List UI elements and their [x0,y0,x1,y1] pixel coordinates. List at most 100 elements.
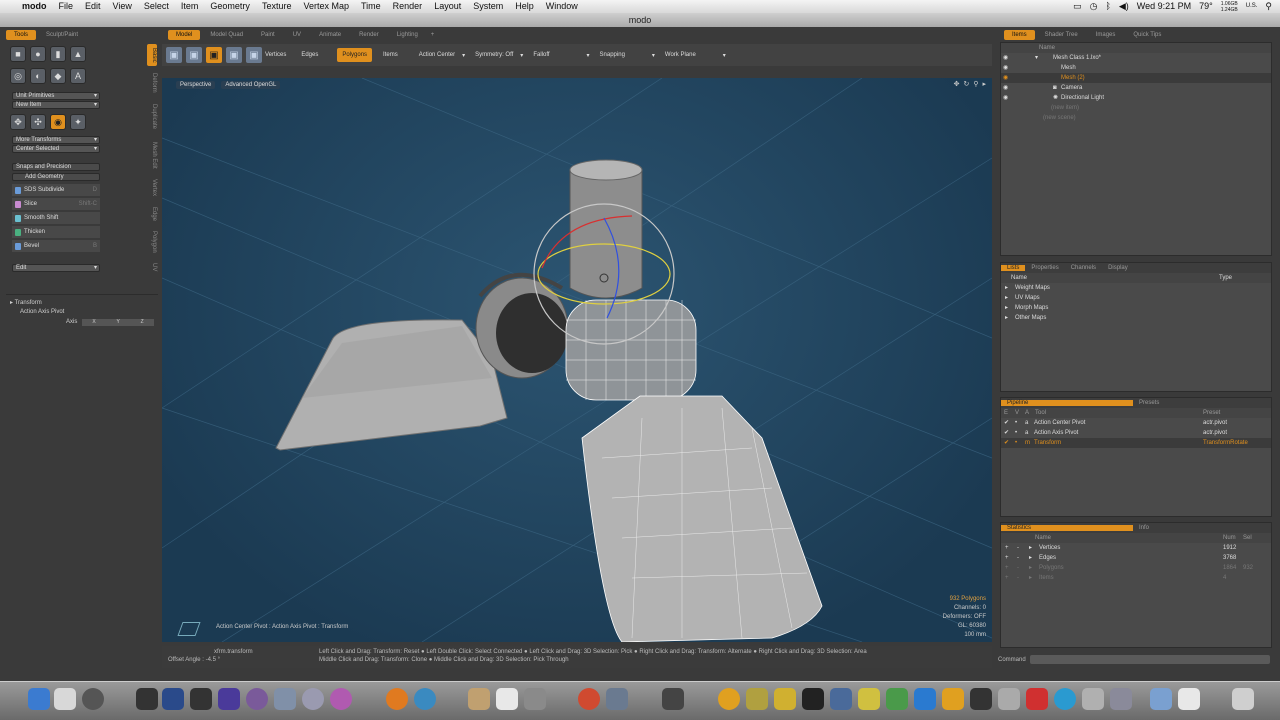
tab-items[interactable]: Items [1004,29,1035,40]
tab-tools[interactable]: Tools [6,29,37,40]
vtab-mesh-edit[interactable]: Mesh Edit [147,138,157,172]
add-selection-icon[interactable]: + [1005,563,1009,573]
move-tool-icon[interactable]: ✥ [10,114,26,130]
tab-lighting[interactable]: Lighting [389,30,426,40]
transform-tool-icon[interactable]: ◉ [50,114,66,130]
menu-item[interactable]: Item [175,0,205,13]
firefox-icon[interactable] [386,688,408,710]
vertices-mode-button[interactable]: Vertices [265,52,286,58]
selected-barrel-mesh[interactable] [565,299,697,401]
snaps-precision-header[interactable]: Snaps and Precision [12,163,100,171]
pen-tool-icon[interactable]: ◆ [50,68,66,84]
work-plane-dropdown[interactable]: Work Plane [665,52,726,59]
orb-app-icon[interactable] [718,688,740,710]
menu-window[interactable]: Window [540,0,584,13]
axis-z[interactable]: Z [141,319,144,326]
pipeline-row[interactable]: ✔ • a Action Axis Pivot actr.pivot [1001,428,1271,438]
compressor-icon[interactable] [218,688,240,710]
tab-statistics[interactable]: Statistics [1001,525,1133,531]
tab-paint[interactable]: Paint [253,30,283,40]
motion-icon[interactable] [190,688,212,710]
transform-tool-label[interactable]: ▸ Transform [10,299,42,306]
list-item[interactable]: ▸ Weight Maps [1001,283,1271,293]
downloads-stack-icon[interactable] [1178,688,1200,710]
add-geometry-header[interactable]: Add Geometry [12,173,100,181]
itunes-icon[interactable] [330,688,352,710]
new-scene-row[interactable]: (new scene) [1001,113,1271,123]
tab-model[interactable]: Model [168,29,201,40]
shading-mode-dropdown[interactable]: Advanced OpenGL [221,81,281,89]
falloff-dropdown[interactable]: Falloff [533,52,589,59]
zoom-icon[interactable]: ⚲ [973,80,978,88]
menu-system[interactable]: System [467,0,509,13]
dvd-studio-icon[interactable] [274,688,296,710]
vtab-polygon[interactable]: Polygon [147,228,157,256]
menu-time[interactable]: Time [355,0,387,13]
expand-icon[interactable]: ▾ [1035,53,1038,63]
expand-icon[interactable]: ▸ [1029,553,1032,563]
menu-texture[interactable]: Texture [256,0,298,13]
tab-display[interactable]: Display [1102,265,1134,271]
phone-app-icon[interactable] [970,688,992,710]
item-row-scene[interactable]: ◉ ▾ Mesh Class 1.lxo* [1001,53,1271,63]
axis-selector[interactable]: X Y Z [82,319,154,326]
pill-app-icon[interactable] [998,688,1020,710]
add-selection-icon[interactable]: + [1005,543,1009,553]
expand-icon[interactable]: ▸ [1005,303,1008,313]
new-item-dropdown[interactable]: New Item [12,101,100,109]
menu-app-modo[interactable]: modo [16,0,53,13]
viewport-menu-icon[interactable]: ▸ [982,80,986,88]
edges-mode-button[interactable]: Edges [301,52,318,58]
folder-app-icon[interactable] [942,688,964,710]
pipeline-row[interactable]: ✔ • a Action Center Pivot actr.pivot [1001,418,1271,428]
remove-selection-icon[interactable]: - [1017,543,1019,553]
vtab-edge[interactable]: Edge [147,204,157,224]
terminal-icon[interactable] [802,688,824,710]
list-item[interactable]: ▸ Morph Maps [1001,303,1271,313]
expand-icon[interactable]: ▸ [1005,293,1008,303]
final-cut-icon[interactable] [136,688,158,710]
item-row-mesh-2[interactable]: ◉ Mesh (2) [1001,73,1271,83]
capsule-primitive-icon[interactable]: ◐ [30,68,46,84]
pan-icon[interactable]: ✥ [954,80,960,88]
stat-row[interactable]: + - ▸ Items 4 [1001,573,1271,583]
vtab-uv[interactable]: UV [147,260,157,274]
input-source[interactable]: U.S. [1246,0,1258,13]
stat-row[interactable]: + - ▸ Vertices 1912 [1001,543,1271,553]
expand-icon[interactable]: ▸ [1029,563,1032,573]
textedit-icon[interactable] [496,688,518,710]
modo-dock-icon[interactable] [578,688,600,710]
cone-primitive-icon[interactable]: ▲ [70,46,86,62]
time-machine-icon[interactable]: ◷ [1090,0,1098,13]
center-selected-dropdown[interactable]: Center Selected [12,145,100,153]
add-selection-icon[interactable]: + [1005,573,1009,583]
tab-render[interactable]: Render [351,30,387,40]
select-vertices-cube-icon[interactable]: ▣ [166,47,182,63]
thicken-button[interactable]: Thicken [12,226,100,238]
soundtrack-icon[interactable] [302,688,324,710]
menu-view[interactable]: View [107,0,138,13]
visibility-eye-icon[interactable]: ◉ [1003,73,1008,83]
action-center-dropdown[interactable]: Action Center [419,52,466,59]
tab-lists[interactable]: Lists [1001,265,1026,271]
typeit-icon[interactable] [162,688,184,710]
list-item[interactable]: ▸ UV Maps [1001,293,1271,303]
slice-button[interactable]: Slice Shift-C [12,198,100,210]
remove-selection-icon[interactable]: - [1017,563,1019,573]
axis-y[interactable]: Y [116,319,119,326]
menu-select[interactable]: Select [138,0,175,13]
enabled-check-icon[interactable]: ✔ [1004,438,1009,448]
tab-info[interactable]: Info [1133,525,1155,531]
pencil-app-icon[interactable] [774,688,796,710]
clock[interactable]: Wed 9:21 PM [1137,0,1191,13]
tab-shader-tree[interactable]: Shader Tree [1037,30,1086,40]
unit-primitives-dropdown[interactable]: Unit Primitives [12,92,100,100]
spotlight-icon[interactable]: ⚲ [1265,0,1272,13]
rotate-tool-icon[interactable]: ✣ [30,114,46,130]
visibility-eye-icon[interactable]: ◉ [1003,93,1008,103]
enabled-check-icon[interactable]: ✔ [1004,428,1009,438]
add-selection-icon[interactable]: + [1005,553,1009,563]
display-icon[interactable]: ▭ [1073,0,1082,13]
spotlight-app-icon[interactable] [1054,688,1076,710]
script-icon[interactable] [606,688,628,710]
